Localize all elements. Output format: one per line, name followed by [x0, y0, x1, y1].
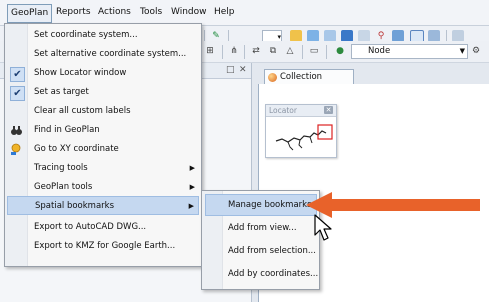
locator-title: Locator	[269, 106, 297, 115]
restore-icon[interactable]: □	[226, 65, 235, 75]
chevron-down-icon: ▼	[459, 47, 465, 55]
menu-item-export-autocad[interactable]: Export to AutoCAD DWG...	[5, 218, 201, 237]
menu-item-label: Go to XY coordinate	[34, 144, 119, 154]
submenu-arrow-icon: ▶	[189, 164, 195, 172]
mouse-cursor-icon	[314, 214, 332, 241]
geoplan-menu: Set coordinate system... Set alternative…	[4, 23, 202, 267]
minimize-icon[interactable]: ▭	[308, 45, 320, 57]
node-type-icon[interactable]: ●	[334, 45, 346, 57]
submenu-arrow-icon: ▶	[189, 183, 195, 191]
menu-item-label: Spatial bookmarks	[35, 201, 115, 211]
menu-item-label: Set as target	[34, 87, 89, 97]
menu-item-set-as-target[interactable]: ✔ Set as target	[5, 83, 201, 102]
close-icon[interactable]: ✕	[239, 65, 247, 75]
menu-item-tracing-tools[interactable]: Tracing tools ▶	[5, 159, 201, 178]
menu-item-label: Set coordinate system...	[34, 30, 138, 40]
group-icon[interactable]: ⧉	[267, 45, 279, 57]
branch-icon[interactable]: ⋔	[228, 45, 240, 57]
submenu-arrow-icon: ▶	[188, 202, 194, 210]
link-icon[interactable]: ⇄	[250, 45, 262, 57]
menu-item-show-locator-window[interactable]: ✔ Show Locator window	[5, 64, 201, 83]
node-type-select[interactable]: Node ▼	[351, 44, 468, 59]
check-icon: ✔	[10, 67, 25, 82]
menu-item-label: Find in GeoPlan	[34, 125, 100, 135]
menu-item-label: Add from selection...	[228, 246, 316, 256]
menu-window[interactable]: Window	[168, 5, 210, 20]
locator-window: Locator ✕	[265, 104, 337, 158]
menu-item-find-in-geoplan[interactable]: Find in GeoPlan	[5, 121, 201, 140]
toolbar-separator	[302, 45, 303, 59]
menu-item-add-from-selection[interactable]: Add from selection...	[202, 240, 319, 262]
locator-map[interactable]	[266, 117, 336, 157]
spatial-bookmarks-submenu: Manage bookmarks... Add from view... Add…	[201, 190, 320, 290]
menu-item-geoplan-tools[interactable]: GeoPlan tools ▶	[5, 178, 201, 197]
menu-item-spatial-bookmarks[interactable]: Spatial bookmarks ▶	[7, 196, 199, 215]
menu-reports[interactable]: Reports	[53, 5, 94, 20]
menu-item-go-to-xy[interactable]: Go to XY coordinate	[5, 140, 201, 159]
binoculars-icon	[10, 124, 23, 137]
tab-collection-network[interactable]: Collection network	[264, 69, 354, 97]
menu-item-label: Add by coordinates...	[228, 269, 319, 279]
menu-item-label: GeoPlan tools	[34, 182, 93, 192]
menu-geoplan[interactable]: GeoPlan	[7, 4, 53, 23]
toolbar-separator	[222, 45, 223, 59]
network-icon[interactable]: ⊞	[204, 45, 216, 57]
menu-item-manage-bookmarks[interactable]: Manage bookmarks...	[205, 194, 320, 216]
menu-item-label: Export to AutoCAD DWG...	[34, 222, 147, 232]
menu-item-label: Set alternative coordinate system...	[34, 49, 187, 59]
locator-titlebar: Locator ✕	[266, 105, 336, 117]
menu-tools[interactable]: Tools	[137, 5, 165, 20]
toolbar-separator	[244, 45, 245, 59]
goto-xy-icon	[10, 143, 23, 156]
geoplan-globe-icon	[268, 73, 277, 82]
menu-item-clear-custom-labels[interactable]: Clear all custom labels	[5, 102, 201, 121]
menu-actions[interactable]: Actions	[95, 5, 134, 20]
properties-icon[interactable]: ⚙	[470, 45, 482, 57]
menu-item-label: Clear all custom labels	[34, 106, 131, 116]
menu-item-set-coordinate-system[interactable]: Set coordinate system...	[5, 26, 201, 45]
check-icon: ✔	[10, 86, 25, 101]
menu-item-label: Tracing tools	[34, 163, 88, 173]
menu-item-add-by-coordinates[interactable]: Add by coordinates...	[202, 263, 319, 285]
menu-item-label: Add from view...	[228, 223, 297, 233]
menu-item-add-from-view[interactable]: Add from view...	[202, 217, 319, 239]
node-type-value: Node	[368, 46, 391, 56]
close-icon[interactable]: ✕	[324, 106, 333, 114]
trace-icon[interactable]: △	[284, 45, 296, 57]
menu-item-set-alternative-coordinate-system[interactable]: Set alternative coordinate system...	[5, 45, 201, 64]
menu-item-label: Export to KMZ for Google Earth...	[34, 241, 176, 251]
menu-item-export-kmz[interactable]: Export to KMZ for Google Earth...	[5, 237, 201, 256]
menu-item-label: Show Locator window	[34, 68, 127, 78]
menu-help[interactable]: Help	[211, 5, 238, 20]
toolbar-separator	[326, 45, 327, 59]
